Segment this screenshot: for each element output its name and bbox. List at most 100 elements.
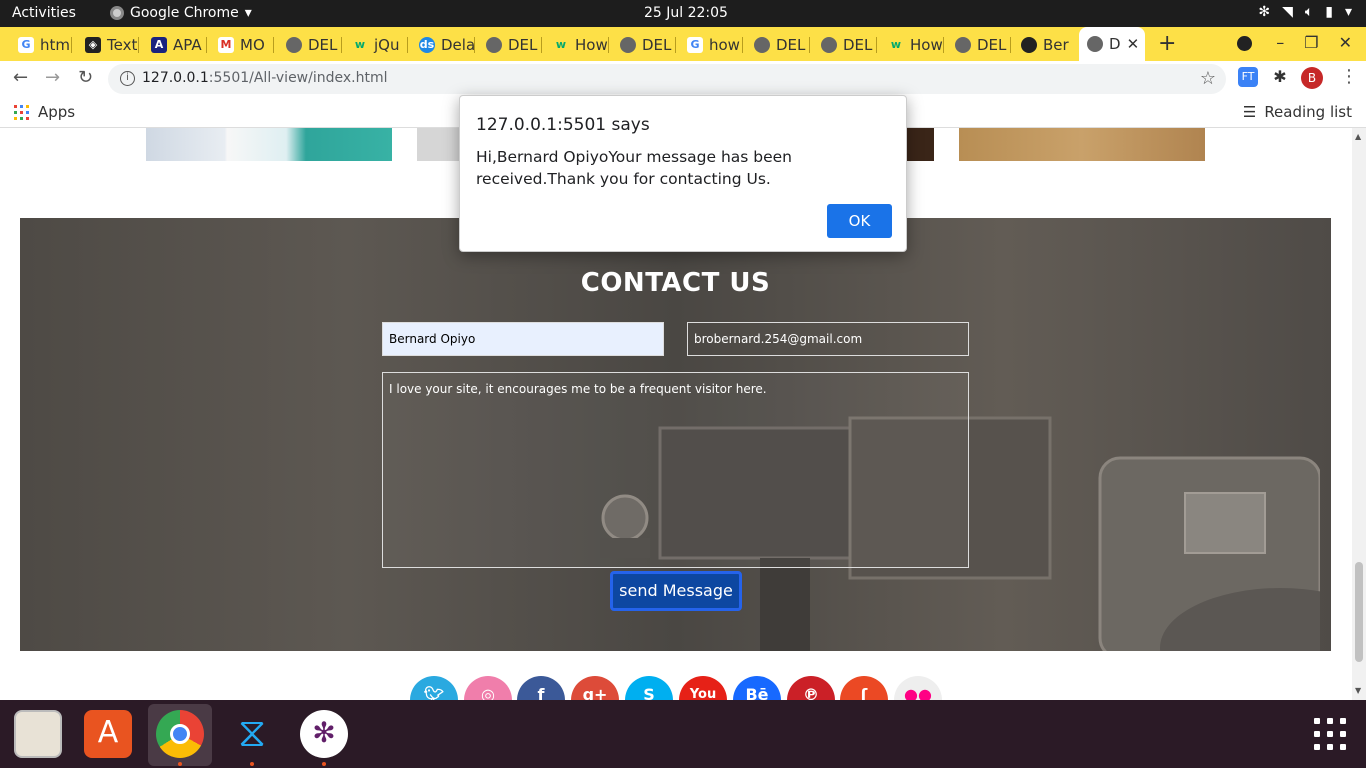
- url-host: 127.0.0.1: [142, 70, 209, 86]
- menu-icon[interactable]: ⋮: [1340, 66, 1358, 87]
- codepen-icon: ◈: [85, 37, 101, 53]
- new-tab-icon[interactable]: +: [1158, 31, 1176, 56]
- extension-icon[interactable]: FT: [1238, 67, 1258, 87]
- tab[interactable]: ◈ Text: [77, 31, 139, 59]
- w3schools-icon: w: [352, 37, 368, 53]
- google-plus-icon[interactable]: g+: [571, 676, 619, 700]
- email-field[interactable]: brobernard.254@gmail.com: [687, 322, 969, 356]
- apps-grid-icon[interactable]: [14, 105, 29, 120]
- name-field[interactable]: Bernard Opiyo: [382, 322, 664, 356]
- ok-button[interactable]: OK: [827, 204, 892, 238]
- tab[interactable]: DEL: [813, 31, 877, 59]
- vscode-icon[interactable]: ⧖: [228, 710, 276, 758]
- tab[interactable]: A APA: [143, 31, 207, 59]
- tab[interactable]: w jQu: [344, 31, 408, 59]
- tab-active[interactable]: D ✕: [1079, 27, 1145, 61]
- ds-icon: ds: [419, 37, 435, 53]
- section-heading: CONTACT US: [580, 268, 771, 298]
- reading-list-button[interactable]: ☰ Reading list: [1243, 103, 1352, 121]
- close-icon[interactable]: ✕: [1339, 33, 1352, 52]
- slack-tray-icon[interactable]: ✻: [1258, 4, 1270, 20]
- dribbble-icon[interactable]: ◎: [464, 676, 512, 700]
- puzzle-icon[interactable]: ✱: [1270, 67, 1290, 87]
- stumbleupon-icon[interactable]: ʃ: [840, 676, 888, 700]
- reload-icon[interactable]: ↻: [78, 67, 93, 88]
- skype-icon[interactable]: S: [625, 676, 673, 700]
- youtube-icon[interactable]: You: [679, 676, 727, 700]
- send-message-button[interactable]: send Message: [610, 571, 742, 611]
- tab[interactable]: DEL: [612, 31, 676, 59]
- browser-toolbar: ← → ↻ i 127.0.0.1:5501/All-view/index.ht…: [0, 61, 1366, 97]
- forward-icon[interactable]: →: [45, 67, 60, 88]
- tab-label: htm: [40, 36, 70, 54]
- facebook-icon[interactable]: f: [517, 676, 565, 700]
- google-icon: G: [687, 37, 703, 53]
- tab-search-icon[interactable]: [1237, 36, 1252, 51]
- tab[interactable]: w How: [545, 31, 609, 59]
- tab[interactable]: w How: [880, 31, 944, 59]
- chevron-down-icon[interactable]: ▾: [1345, 4, 1352, 20]
- tab[interactable]: Ber: [1013, 31, 1077, 59]
- info-icon[interactable]: i: [120, 71, 135, 86]
- behance-icon[interactable]: Bē: [733, 676, 781, 700]
- address-bar[interactable]: i 127.0.0.1:5501/All-view/index.html ☆: [108, 64, 1226, 94]
- wifi-icon[interactable]: ◥: [1282, 4, 1293, 20]
- w3schools-icon: w: [553, 37, 569, 53]
- tab-strip: G htm ◈ Text A APA M MO DEL w jQu ds Del…: [0, 27, 1366, 61]
- back-icon[interactable]: ←: [13, 67, 28, 88]
- scroll-up-icon[interactable]: ▲: [1355, 132, 1361, 141]
- close-icon[interactable]: ✕: [1127, 35, 1140, 53]
- portfolio-image[interactable]: [146, 128, 392, 161]
- tab[interactable]: DEL: [947, 31, 1011, 59]
- bookmark-star-icon[interactable]: ☆: [1200, 68, 1216, 89]
- tab[interactable]: DEL: [278, 31, 342, 59]
- globe-icon: [286, 37, 302, 53]
- tab[interactable]: M MO: [210, 31, 274, 59]
- tab-label: How: [575, 36, 608, 54]
- show-applications-icon[interactable]: [1314, 718, 1346, 750]
- avatar[interactable]: B: [1301, 67, 1323, 89]
- portfolio-image[interactable]: [417, 128, 459, 161]
- flickr-icon[interactable]: ●●: [894, 676, 942, 700]
- battery-icon[interactable]: ▮: [1325, 4, 1333, 20]
- scrollbar-thumb[interactable]: [1355, 562, 1363, 662]
- volume-icon[interactable]: 🔈︎: [1305, 4, 1313, 20]
- tab-label: DEL: [843, 36, 873, 54]
- clock[interactable]: 25 Jul 22:05: [644, 5, 728, 21]
- alert-message: Hi,Bernard OpiyoYour message has been re…: [476, 148, 793, 188]
- url-text[interactable]: 127.0.0.1:5501/All-view/index.html: [142, 70, 388, 86]
- system-tray[interactable]: ✻ ◥ 🔈︎ ▮ ▾: [1258, 4, 1352, 20]
- scroll-down-icon[interactable]: ▼: [1355, 686, 1361, 695]
- files-icon[interactable]: [14, 710, 62, 758]
- tab-label: Dela: [441, 36, 475, 54]
- activities-button[interactable]: Activities: [12, 5, 76, 21]
- tab[interactable]: DEL: [746, 31, 810, 59]
- tab[interactable]: DEL: [478, 31, 542, 59]
- tab[interactable]: G how: [679, 31, 743, 59]
- app-menu[interactable]: Google Chrome ▾: [110, 5, 252, 21]
- vertical-scrollbar[interactable]: ▲ ▼: [1352, 128, 1366, 700]
- reading-list-label: Reading list: [1264, 103, 1352, 121]
- restore-icon[interactable]: ❐: [1304, 33, 1318, 52]
- alert-title: 127.0.0.1:5501 says: [476, 115, 650, 135]
- portfolio-image[interactable]: [906, 128, 934, 161]
- pinterest-icon[interactable]: ℗: [787, 676, 835, 700]
- software-store-icon[interactable]: A: [84, 710, 132, 758]
- tab-label: DEL: [776, 36, 806, 54]
- alert-dialog: 127.0.0.1:5501 says Hi,Bernard OpiyoYour…: [459, 95, 907, 252]
- tab-label: MO: [240, 36, 265, 54]
- chrome-icon[interactable]: [156, 710, 204, 758]
- tab[interactable]: ds Dela: [411, 31, 475, 59]
- apps-bookmark[interactable]: Apps: [38, 103, 75, 121]
- portfolio-image[interactable]: [959, 128, 1205, 161]
- message-textarea[interactable]: I love your site, it encourages me to be…: [382, 372, 969, 568]
- tab[interactable]: G htm: [10, 31, 72, 59]
- url-path: :5501/All-view/index.html: [208, 70, 388, 86]
- running-indicator: [178, 762, 182, 766]
- twitter-icon[interactable]: 🐦︎: [410, 676, 458, 700]
- w3schools-icon: w: [888, 37, 904, 53]
- minimize-icon[interactable]: –: [1276, 33, 1284, 52]
- slack-icon[interactable]: ✻: [300, 710, 348, 758]
- tab-label: D: [1109, 35, 1121, 53]
- github-icon: [1021, 37, 1037, 53]
